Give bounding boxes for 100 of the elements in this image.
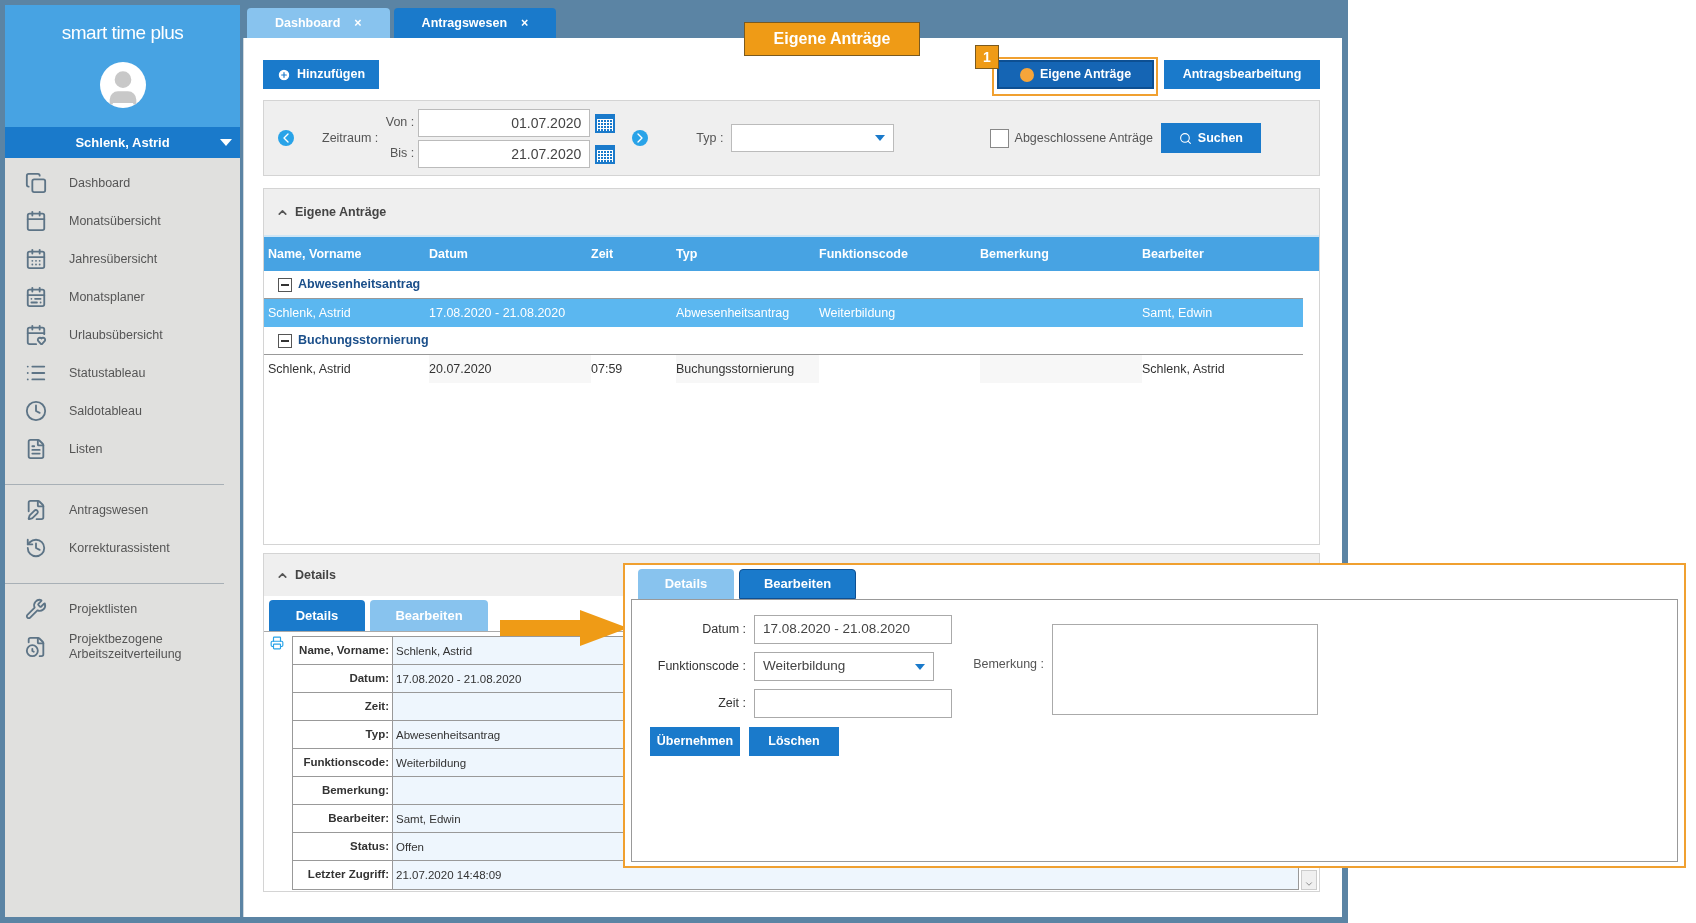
input-field[interactable]: 17.08.2020 - 21.08.2020 — [754, 615, 952, 644]
form-label: Funktionscode : — [656, 658, 746, 676]
clock-document-icon — [25, 636, 47, 658]
close-button[interactable]: × — [521, 13, 529, 33]
column-header: Typ — [676, 245, 699, 263]
form-label: Zeit : — [717, 695, 746, 713]
field-value: Samt, Edwin — [395, 812, 461, 827]
sidebar-item[interactable]: Projektbezogene Arbeitszeitverteilung — [5, 628, 240, 666]
view-button[interactable]: Eigene Anträge — [997, 60, 1154, 89]
column-header: Bemerkung — [980, 245, 1050, 263]
table-cell-text: Weiterbildung — [819, 304, 896, 322]
type-label: Typ : — [696, 129, 724, 147]
field-label: Name, Vorname: — [299, 642, 389, 658]
view-button[interactable]: Antragsbearbeitung — [1164, 60, 1320, 89]
tab[interactable]: Antragswesen × — [393, 8, 557, 38]
section-title: Eigene Anträge — [295, 203, 387, 221]
callout-title: Eigene Anträge — [744, 22, 920, 56]
input-field[interactable] — [754, 689, 952, 718]
period-label: Zeitraum : — [322, 129, 379, 147]
windows-icon — [25, 172, 47, 194]
tab-label: Dashboard — [275, 14, 341, 32]
printer-icon[interactable] — [270, 636, 284, 650]
calendar-heart-icon — [25, 324, 47, 346]
clock-icon — [25, 400, 47, 422]
date-label: Von : — [384, 114, 415, 132]
calendar-grid-icon — [25, 248, 47, 270]
pen-document-icon — [25, 499, 47, 521]
calendar-icon[interactable] — [594, 111, 617, 134]
sidebar-item[interactable]: Monatsplaner — [5, 278, 224, 316]
field-value: Weiterbildung — [395, 756, 467, 771]
field-label: Typ: — [365, 726, 389, 742]
field-label: Zeit: — [364, 698, 389, 714]
scroll-down-icon[interactable] — [1304, 879, 1314, 889]
date-field[interactable]: 21.07.2020 — [418, 139, 591, 168]
calendar-icon — [25, 210, 47, 232]
column-header: Datum — [429, 245, 469, 263]
field-label: Bemerkung: — [321, 782, 389, 798]
sidebar-item[interactable]: Urlaubsübersicht — [5, 316, 224, 354]
date-field[interactable]: 01.07.2020 — [418, 108, 591, 137]
search-button[interactable]: Suchen — [1160, 123, 1261, 153]
tab[interactable]: Bearbeiten — [739, 569, 856, 599]
plus-icon — [277, 67, 291, 82]
sidebar-item[interactable]: Antragswesen — [5, 491, 224, 529]
field-value: 17.08.2020 - 21.08.2020 — [395, 672, 522, 687]
form-label: Bemerkung : — [972, 656, 1044, 673]
group-label: Abwesenheitsantrag — [298, 276, 421, 294]
sidebar-item[interactable]: Dashboard — [5, 164, 224, 202]
field-label: Datum: — [349, 670, 389, 686]
field-label: Status: — [350, 838, 389, 854]
tab[interactable]: Details — [269, 600, 365, 631]
sidebar-item[interactable]: Korrekturassistent — [5, 529, 224, 567]
table-cell-text: Buchungsstornierung — [676, 360, 795, 378]
app-title: smart time plus — [61, 21, 184, 45]
next-icon[interactable] — [632, 130, 649, 146]
field-value: Abwesenheitsantrag — [395, 728, 501, 743]
field-label: Bearbeiter: — [328, 810, 389, 826]
column-header: Name, Vorname — [268, 245, 363, 263]
user-menu[interactable]: Schlenk, Astrid — [5, 127, 240, 158]
type-dropdown[interactable] — [731, 124, 895, 152]
minus-icon[interactable] — [278, 333, 292, 348]
table-cell-text: Abwesenheitsantrag — [676, 304, 790, 322]
field-value: Offen — [395, 840, 424, 855]
add-button[interactable]: Hinzufügen — [263, 60, 380, 89]
step-badge: 1 — [975, 45, 999, 69]
tab-label: Antragswesen — [421, 14, 508, 32]
sidebar-item[interactable]: Monatsübersicht — [5, 202, 224, 240]
form-button[interactable]: Löschen — [749, 727, 839, 756]
minus-icon[interactable] — [278, 277, 292, 292]
form-button[interactable]: Übernehmen — [650, 727, 740, 756]
wrench-icon — [25, 598, 47, 620]
column-header: Bearbeiter — [1142, 245, 1205, 263]
history-icon — [25, 537, 47, 559]
search-icon — [1178, 131, 1192, 145]
caret-icon — [875, 135, 886, 141]
form-label: Datum : — [701, 621, 746, 639]
column-header: Zeit — [591, 245, 615, 263]
sidebar-item[interactable]: Statustableau — [5, 354, 224, 392]
field-label: Letzter Zugriff: — [307, 867, 389, 883]
calendar-icon[interactable] — [594, 142, 617, 165]
table-cell-text: Schlenk, Astrid — [1142, 360, 1225, 378]
caret-icon — [220, 139, 232, 147]
previous-icon[interactable] — [278, 130, 294, 146]
sidebar-item[interactable]: Listen — [5, 430, 224, 468]
table-cell-text: 20.07.2020 — [429, 360, 492, 378]
scrollbar[interactable] — [1301, 870, 1317, 890]
field-value: Schlenk, Astrid — [395, 644, 473, 659]
column-header: Funktionscode — [819, 245, 909, 263]
field-label: Funktionscode: — [303, 754, 389, 770]
sidebar-item[interactable]: Jahresübersicht — [5, 240, 224, 278]
caret-icon — [915, 663, 925, 670]
function-dropdown[interactable]: Weiterbildung — [754, 652, 934, 681]
section-title: Details — [295, 566, 336, 584]
calendar-range-icon — [25, 286, 47, 308]
click-marker-icon — [1019, 67, 1034, 82]
remark-field[interactable] — [1052, 624, 1318, 715]
sidebar-item[interactable]: Projektlisten — [5, 590, 240, 628]
table-cell-text: Samt, Edwin — [1142, 304, 1213, 322]
closed-checkbox[interactable] — [989, 128, 1009, 148]
field-value: 21.07.2020 14:48:09 — [395, 868, 502, 883]
sidebar-item[interactable]: Saldotableau — [5, 392, 224, 430]
